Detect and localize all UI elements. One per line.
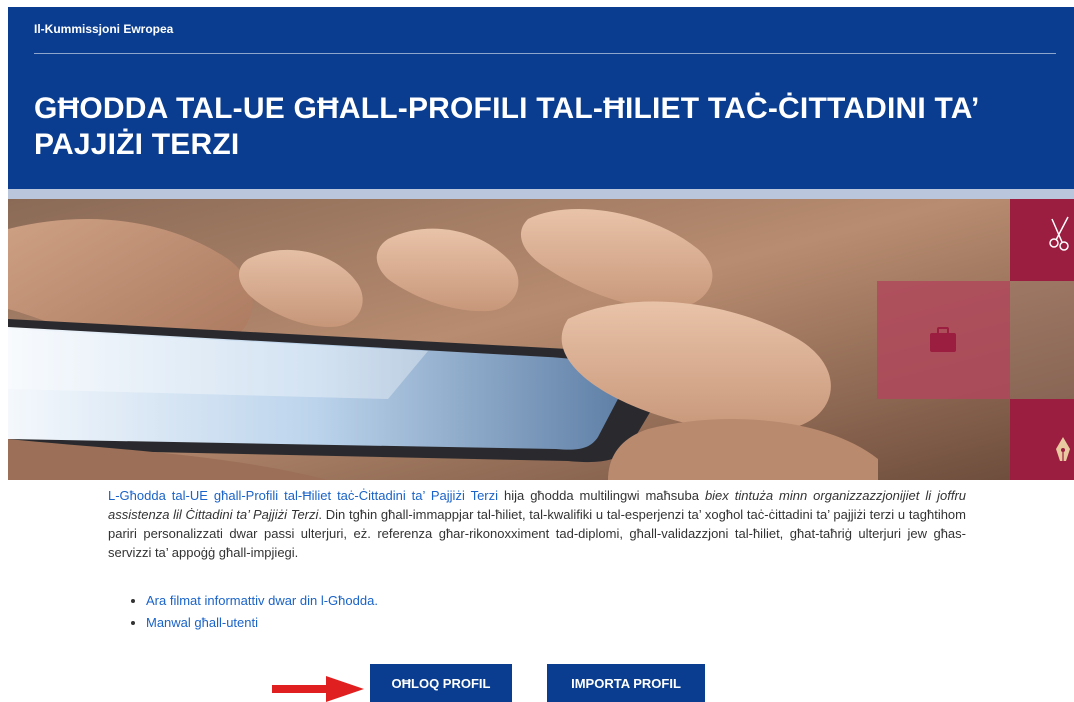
intro-text-1: hija għodda multilingwi maħsuba <box>498 488 705 503</box>
site-header: Il-Kummissjoni Ewropea GĦODDA TAL-UE GĦA… <box>8 7 1074 189</box>
header-divider <box>34 53 1056 54</box>
list-item: Manwal għall-utenti <box>126 612 378 634</box>
import-profile-button[interactable]: IMPORTA PROFIL <box>547 664 705 702</box>
user-manual-link[interactable]: Manwal għall-utenti <box>146 615 258 630</box>
list-item: Ara filmat informattiv dwar din l-Għodda… <box>126 590 378 612</box>
hero-image <box>8 199 1074 480</box>
organization-name[interactable]: Il-Kummissjoni Ewropea <box>34 22 173 36</box>
page-title: GĦODDA TAL-UE GĦALL-PROFILI TAL-ĦILIET T… <box>34 92 978 161</box>
intro-paragraph: L-Għodda tal-UE għall-Profili tal-Ħiliet… <box>108 486 966 562</box>
red-arrow-icon <box>272 676 364 702</box>
scissors-icon <box>1046 213 1074 253</box>
resource-links: Ara filmat informattiv dwar din l-Għodda… <box>126 590 378 634</box>
decorative-tile-right <box>1010 281 1074 399</box>
tool-link[interactable]: L-Għodda tal-UE għall-Profili tal-Ħiliet… <box>108 488 498 503</box>
header-band <box>8 189 1074 199</box>
page: Il-Kummissjoni Ewropea GĦODDA TAL-UE GĦA… <box>0 0 1074 702</box>
pen-nib-icon <box>1054 435 1072 465</box>
briefcase-icon <box>929 327 957 353</box>
create-profile-button[interactable]: OĦLOQ PROFIL <box>370 664 512 702</box>
info-video-link[interactable]: Ara filmat informattiv dwar din l-Għodda… <box>146 593 378 608</box>
